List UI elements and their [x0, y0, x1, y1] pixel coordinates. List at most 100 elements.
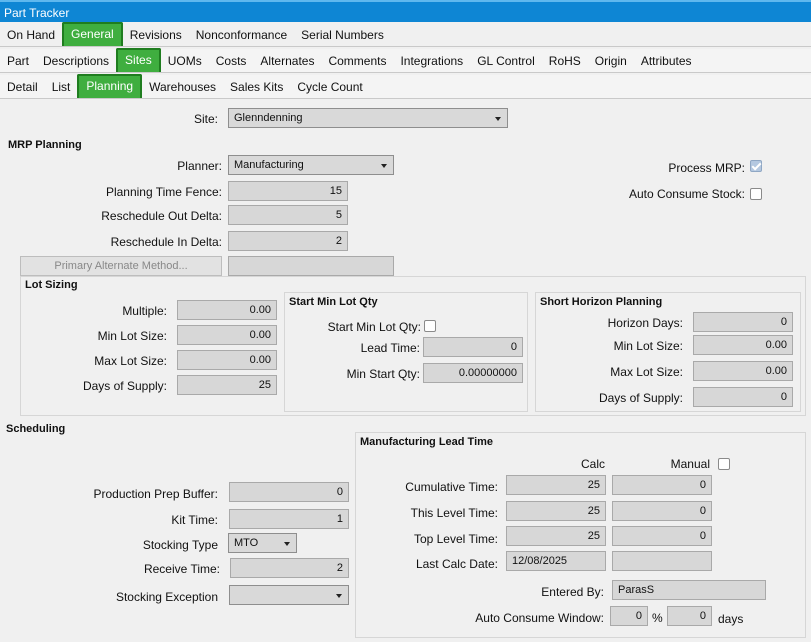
tab-gl-control[interactable]: GL Control — [470, 50, 542, 72]
auto-consume-stock-checkbox[interactable] — [750, 188, 762, 200]
tab-cycle-count[interactable]: Cycle Count — [290, 76, 369, 98]
start-min-lot-qty-checkbox[interactable] — [424, 320, 436, 332]
primary-alternate-method-field[interactable] — [228, 256, 394, 276]
tab-detail[interactable]: Detail — [0, 76, 45, 98]
max-lot-size-field[interactable]: 0.00 — [177, 350, 277, 370]
tab-descriptions[interactable]: Descriptions — [36, 50, 116, 72]
top-level-manual-field[interactable]: 0 — [612, 526, 712, 546]
stocking-exception-label: Stocking Exception — [115, 590, 218, 604]
tab-on-hand[interactable]: On Hand — [0, 24, 62, 46]
auto-consume-days-field[interactable]: 0 — [667, 606, 712, 626]
production-prep-buffer-label: Production Prep Buffer: — [93, 487, 218, 501]
planner-label: Planner: — [177, 159, 222, 173]
tabs-level1: On Hand General Revisions Nonconformance… — [0, 22, 811, 47]
days-label: days — [718, 612, 744, 626]
this-level-calc-field[interactable]: 25 — [506, 501, 606, 521]
entered-by-label: Entered By: — [541, 585, 604, 599]
short-min-lot-size-field[interactable]: 0.00 — [693, 335, 793, 355]
horizon-days-field[interactable]: 0 — [693, 312, 793, 332]
planner-dropdown[interactable]: Manufacturing — [228, 155, 394, 175]
manual-checkbox[interactable] — [718, 458, 730, 470]
manufacturing-lead-time-title: Manufacturing Lead Time — [360, 436, 494, 448]
short-min-lot-size-label: Min Lot Size: — [613, 339, 683, 353]
production-prep-buffer-field[interactable]: 0 — [229, 482, 349, 502]
percent-symbol: % — [652, 611, 663, 625]
tabs-level3: Detail List Planning Warehouses Sales Ki… — [0, 74, 811, 99]
tab-part[interactable]: Part — [0, 50, 36, 72]
start-min-lot-qty-label: Start Min Lot Qty: — [327, 320, 421, 334]
primary-alternate-method-button[interactable]: Primary Alternate Method... — [20, 256, 222, 276]
min-lot-size-label: Min Lot Size: — [97, 329, 167, 343]
cumulative-manual-field[interactable]: 0 — [612, 475, 712, 495]
tab-attributes[interactable]: Attributes — [634, 50, 699, 72]
start-min-lot-qty-title: Start Min Lot Qty — [289, 296, 378, 308]
lead-time-field[interactable]: 0 — [423, 337, 523, 357]
cumulative-time-label: Cumulative Time: — [405, 480, 498, 494]
entered-by-field[interactable]: ParasS — [612, 580, 766, 600]
top-level-calc-field[interactable]: 25 — [506, 526, 606, 546]
tab-sites[interactable]: Sites — [116, 48, 161, 72]
tab-general[interactable]: General — [62, 22, 123, 46]
kit-time-field[interactable]: 1 — [229, 509, 349, 529]
mrp-planning-title: MRP Planning — [8, 139, 82, 151]
days-of-supply-label: Days of Supply: — [82, 379, 167, 393]
short-max-lot-size-label: Max Lot Size: — [610, 365, 683, 379]
reschedule-in-delta-field[interactable]: 2 — [228, 231, 348, 251]
last-calc-date-manual-field[interactable] — [612, 551, 712, 571]
kit-time-label: Kit Time: — [171, 513, 218, 527]
auto-consume-window-label: Auto Consume Window: — [475, 611, 604, 625]
window-title: Part Tracker — [0, 0, 811, 22]
tab-nonconformance[interactable]: Nonconformance — [189, 24, 294, 46]
planner-value: Manufacturing — [234, 159, 304, 171]
receive-time-label: Receive Time: — [143, 562, 220, 576]
chevron-down-icon — [284, 542, 290, 546]
auto-consume-window-field[interactable]: 0 — [610, 606, 648, 626]
short-horizon-title: Short Horizon Planning — [540, 296, 663, 308]
multiple-label: Multiple: — [122, 304, 167, 318]
tab-planning[interactable]: Planning — [77, 74, 143, 98]
short-days-of-supply-field[interactable]: 0 — [693, 387, 793, 407]
chevron-down-icon — [336, 594, 342, 598]
min-lot-size-field[interactable]: 0.00 — [177, 325, 277, 345]
horizon-days-label: Horizon Days: — [607, 316, 683, 330]
planning-time-fence-label: Planning Time Fence: — [105, 185, 222, 199]
process-mrp-checkbox[interactable] — [750, 160, 762, 172]
receive-time-field[interactable]: 2 — [230, 558, 349, 578]
tab-list[interactable]: List — [45, 76, 78, 98]
tab-warehouses[interactable]: Warehouses — [142, 76, 223, 98]
site-value: Glenndenning — [234, 112, 303, 124]
tab-alternates[interactable]: Alternates — [253, 50, 321, 72]
tab-integrations[interactable]: Integrations — [393, 50, 470, 72]
planning-time-fence-field[interactable]: 15 — [228, 181, 348, 201]
site-dropdown[interactable]: Glenndenning — [228, 108, 508, 128]
stocking-type-label: Stocking Type — [142, 538, 218, 552]
tab-serial-numbers[interactable]: Serial Numbers — [294, 24, 391, 46]
tab-sales-kits[interactable]: Sales Kits — [223, 76, 290, 98]
stocking-type-dropdown[interactable]: MTO — [228, 533, 297, 553]
calc-header: Calc — [580, 457, 605, 471]
last-calc-date-label: Last Calc Date: — [415, 557, 498, 571]
short-days-of-supply-label: Days of Supply: — [598, 391, 683, 405]
tab-uoms[interactable]: UOMs — [161, 50, 209, 72]
reschedule-out-delta-field[interactable]: 5 — [228, 205, 348, 225]
tab-revisions[interactable]: Revisions — [123, 24, 189, 46]
tabs-level2: Part Descriptions Sites UOMs Costs Alter… — [0, 48, 811, 73]
days-of-supply-field[interactable]: 25 — [177, 375, 277, 395]
reschedule-in-delta-label: Reschedule In Delta: — [110, 235, 222, 249]
manual-header: Manual — [670, 457, 710, 471]
min-start-qty-field[interactable]: 0.00000000 — [423, 363, 523, 383]
tab-costs[interactable]: Costs — [209, 50, 254, 72]
auto-consume-stock-label: Auto Consume Stock: — [628, 187, 745, 201]
multiple-field[interactable]: 0.00 — [177, 300, 277, 320]
max-lot-size-label: Max Lot Size: — [94, 354, 167, 368]
last-calc-date-field[interactable]: 12/08/2025 — [506, 551, 606, 571]
this-level-manual-field[interactable]: 0 — [612, 501, 712, 521]
tab-comments[interactable]: Comments — [321, 50, 393, 72]
cumulative-calc-field[interactable]: 25 — [506, 475, 606, 495]
stocking-exception-dropdown[interactable] — [229, 585, 349, 605]
tab-rohs[interactable]: RoHS — [542, 50, 588, 72]
chevron-down-icon — [381, 164, 387, 168]
site-label: Site: — [193, 112, 218, 126]
short-max-lot-size-field[interactable]: 0.00 — [693, 361, 793, 381]
tab-origin[interactable]: Origin — [588, 50, 634, 72]
